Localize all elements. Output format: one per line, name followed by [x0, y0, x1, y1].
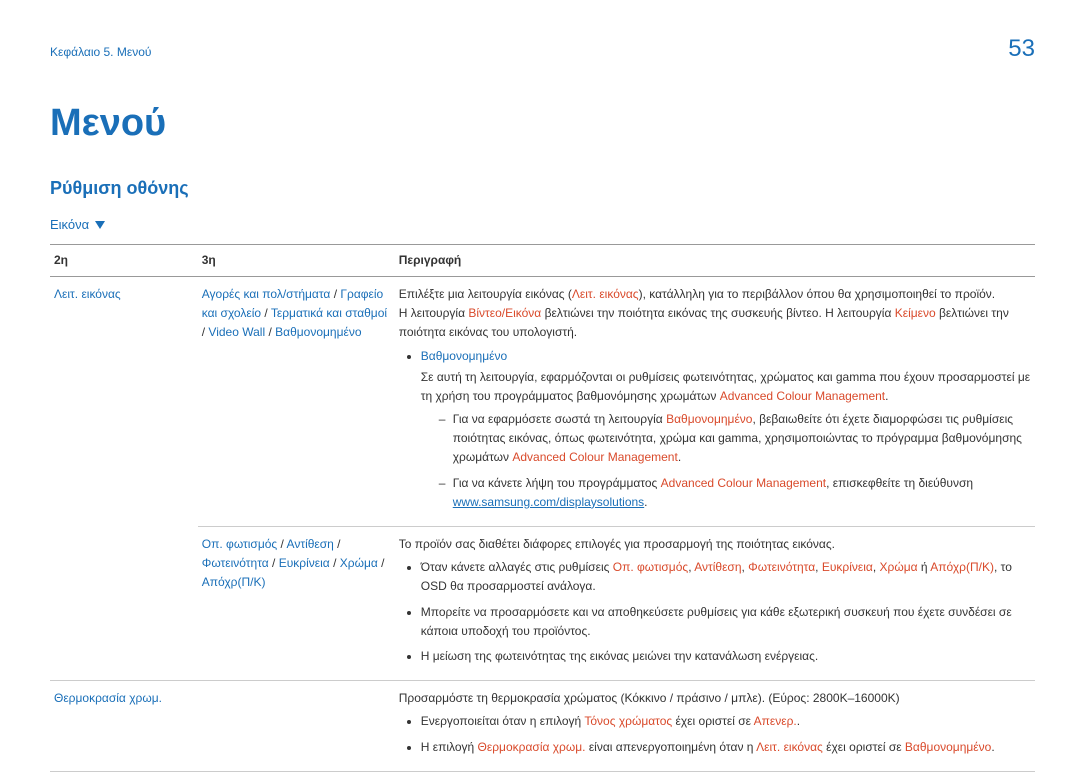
calibrated-sub1: Για να εφαρμόσετε σωστά τη λειτουργία Βα…: [439, 410, 1031, 468]
t: Βίντεο/Εικόνα: [468, 306, 541, 320]
opt-tint: Απόχρ(Π/Κ): [202, 575, 266, 589]
t: Βαθμονομημένο: [905, 740, 991, 754]
calibrated-block: Βαθμονομημένο Σε αυτή τη λειτουργία, εφα…: [421, 347, 1031, 513]
sep: /: [265, 325, 275, 339]
colour-temp-label: Θερμοκρασία χρωμ.: [54, 691, 162, 705]
t: Ενεργοποιείται όταν η επιλογή: [421, 714, 585, 728]
row-picture-mode: Λειτ. εικόνας Αγορές και πολ/στήματα / Γ…: [50, 276, 1035, 526]
samsung-link[interactable]: www.samsung.com/displaysolutions: [453, 495, 644, 509]
ct-b1: Ενεργοποιείται όταν η επιλογή Τόνος χρώμ…: [421, 712, 1031, 731]
t: .: [991, 740, 994, 754]
adjust-b2: Μπορείτε να προσαρμόσετε και να αποθηκεύ…: [421, 603, 1031, 641]
page-title: Μενού: [50, 93, 1035, 154]
t: Επιλέξτε μια λειτουργία εικόνας (: [399, 287, 572, 301]
adjust-b3: Η μείωση της φωτεινότητας της εικόνας με…: [421, 647, 1031, 666]
sep: /: [269, 556, 279, 570]
t: βελτιώνει την ποιότητα εικόνας της συσκε…: [541, 306, 894, 320]
ct-p1: Προσαρμόστε τη θερμοκρασία χρώματος (Κόκ…: [399, 689, 1031, 708]
desc-p2: Η λειτουργία Βίντεο/Εικόνα βελτιώνει την…: [399, 304, 1031, 342]
sep: /: [330, 287, 340, 301]
subsection-row: Εικόνα: [50, 215, 1035, 236]
opt-colour: Χρώμα: [340, 556, 378, 570]
page-number: 53: [1008, 30, 1035, 68]
t: Κείμενο: [895, 306, 936, 320]
t: Advanced Colour Management: [720, 389, 885, 403]
t: Όταν κάνετε αλλαγές στις ρυθμίσεις: [421, 560, 613, 574]
sep: /: [378, 556, 385, 570]
t: Λειτ. εικόνας: [756, 740, 823, 754]
t: ,: [815, 560, 822, 574]
adjust-b1: Όταν κάνετε αλλαγές στις ρυθμίσεις Οπ. φ…: [421, 558, 1031, 596]
col-2nd: 2η: [50, 244, 198, 276]
menu-table: 2η 3η Περιγραφή Λειτ. εικόνας Αγορές και…: [50, 244, 1035, 772]
t: Χρώμα: [880, 560, 918, 574]
t: ,: [873, 560, 880, 574]
calibrated-sub2: Για να κάνετε λήψη του προγράμματος Adva…: [439, 474, 1031, 512]
t: Λειτ. εικόνας: [572, 287, 639, 301]
t: Απόχρ(Π/Κ): [930, 560, 994, 574]
t: είναι απενεργοποιημένη όταν η: [586, 740, 757, 754]
t: Ευκρίνεια: [822, 560, 873, 574]
t: έχει οριστεί σε: [823, 740, 905, 754]
t: Advanced Colour Management: [512, 450, 677, 464]
section-heading: Ρύθμιση οθόνης: [50, 174, 1035, 203]
ct-b2: Η επιλογή Θερμοκρασία χρωμ. είναι απενερ…: [421, 738, 1031, 757]
t: Αντίθεση: [694, 560, 741, 574]
t: Οπ. φωτισμός: [613, 560, 688, 574]
chapter-label: Κεφάλαιο 5. Μενού: [50, 43, 151, 62]
t: Φωτεινότητα: [748, 560, 815, 574]
row-colour-temp: Θερμοκρασία χρωμ. Προσαρμόστε τη θερμοκρ…: [50, 681, 1035, 772]
t: Θερμοκρασία χρωμ.: [478, 740, 586, 754]
t: Για να κάνετε λήψη του προγράμματος: [453, 476, 661, 490]
col-desc: Περιγραφή: [395, 244, 1035, 276]
opt-contrast: Αντίθεση: [287, 537, 334, 551]
t: έχει οριστεί σε: [672, 714, 753, 728]
t: Απενερ.: [754, 714, 797, 728]
opt-backlight: Οπ. φωτισμός: [202, 537, 277, 551]
calibrated-text: Σε αυτή τη λειτουργία, εφαρμόζονται οι ρ…: [421, 368, 1031, 406]
t: ή: [918, 560, 931, 574]
t: Η λειτουργία: [399, 306, 469, 320]
t: .: [885, 389, 888, 403]
table-header-row: 2η 3η Περιγραφή: [50, 244, 1035, 276]
opt-sharpness: Ευκρίνεια: [279, 556, 330, 570]
t: Τόνος χρώματος: [584, 714, 672, 728]
sep: /: [261, 306, 271, 320]
opt-terminals: Τερματικά και σταθμοί: [271, 306, 387, 320]
subsection-label: Εικόνα: [50, 215, 89, 236]
opt-videowall: Video Wall: [208, 325, 265, 339]
t: Για να εφαρμόσετε σωστά τη λειτουργία: [453, 412, 666, 426]
t: .: [797, 714, 800, 728]
sep: /: [334, 537, 341, 551]
t: Η επιλογή: [421, 740, 478, 754]
picture-mode-label: Λειτ. εικόνας: [54, 287, 121, 301]
sep: /: [330, 556, 340, 570]
calibrated-label: Βαθμονομημένο: [421, 347, 1031, 366]
t: ), κατάλληλη για το περιβάλλον όπου θα χ…: [639, 287, 996, 301]
col-3rd: 3η: [198, 244, 395, 276]
triangle-down-icon: [95, 221, 105, 229]
t: , επισκεφθείτε τη διεύθυνση: [826, 476, 973, 490]
opt-brightness: Φωτεινότητα: [202, 556, 269, 570]
t: Advanced Colour Management: [661, 476, 826, 490]
t: Βαθμονομημένο: [666, 412, 752, 426]
desc-p1: Επιλέξτε μια λειτουργία εικόνας (Λειτ. ε…: [399, 285, 1031, 304]
t: .: [678, 450, 681, 464]
row-picture-adjust: Οπ. φωτισμός / Αντίθεση / Φωτεινότητα / …: [50, 527, 1035, 681]
sep: /: [277, 537, 286, 551]
opt-calibrated: Βαθμονομημένο: [275, 325, 361, 339]
t: .: [644, 495, 647, 509]
adjust-p1: Το προϊόν σας διαθέτει διάφορες επιλογές…: [399, 535, 1031, 554]
opt-shops: Αγορές και πολ/στήματα: [202, 287, 331, 301]
